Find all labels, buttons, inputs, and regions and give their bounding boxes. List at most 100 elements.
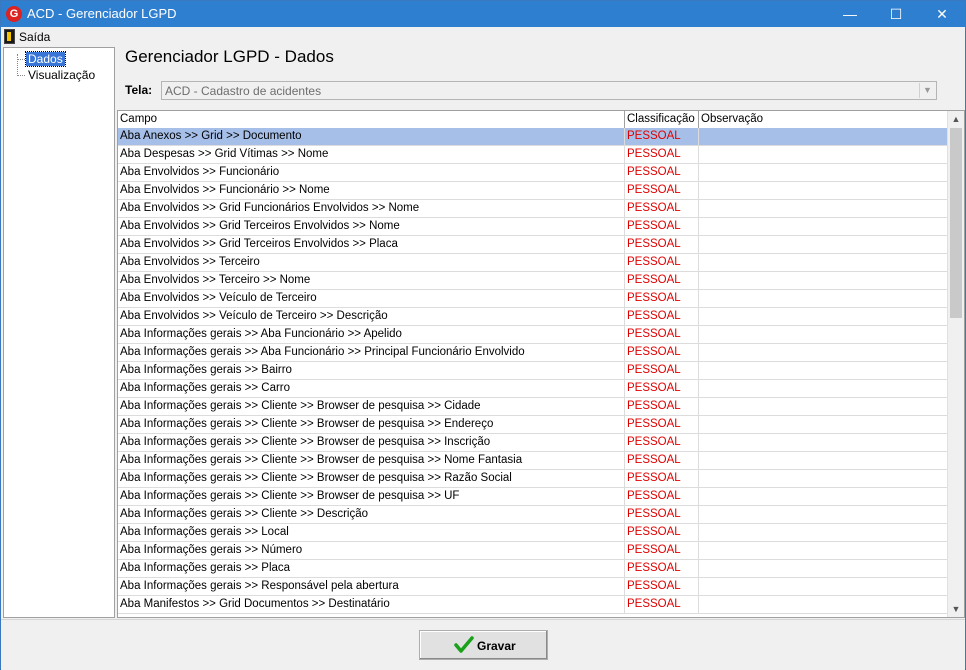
cell-campo[interactable]: Aba Informações gerais >> Local [118, 524, 625, 541]
cell-campo[interactable]: Aba Manifestos >> Grid Documentos >> Des… [118, 596, 625, 613]
cell-classificacao[interactable]: PESSOAL [625, 362, 699, 379]
table-row[interactable]: Aba Informações gerais >> Aba Funcionári… [118, 326, 948, 344]
cell-classificacao[interactable]: PESSOAL [625, 182, 699, 199]
cell-observacao[interactable] [699, 164, 948, 181]
cell-classificacao[interactable]: PESSOAL [625, 398, 699, 415]
cell-observacao[interactable] [699, 236, 948, 253]
cell-classificacao[interactable]: PESSOAL [625, 128, 699, 145]
cell-campo[interactable]: Aba Informações gerais >> Cliente >> Bro… [118, 470, 625, 487]
cell-observacao[interactable] [699, 272, 948, 289]
table-row[interactable]: Aba Informações gerais >> Cliente >> Des… [118, 506, 948, 524]
table-row[interactable]: Aba Informações gerais >> Cliente >> Bro… [118, 488, 948, 506]
maximize-button[interactable]: ☐ [873, 1, 919, 27]
table-row[interactable]: Aba Envolvidos >> Terceiro >> Nome PESSOA… [118, 272, 948, 290]
cell-classificacao[interactable]: PESSOAL [625, 596, 699, 613]
cell-campo[interactable]: Aba Informações gerais >> Cliente >> Bro… [118, 488, 625, 505]
cell-classificacao[interactable]: PESSOAL [625, 290, 699, 307]
cell-classificacao[interactable]: PESSOAL [625, 200, 699, 217]
cell-classificacao[interactable]: PESSOAL [625, 542, 699, 559]
cell-campo[interactable]: Aba Informações gerais >> Placa [118, 560, 625, 577]
title-bar[interactable]: G ACD - Gerenciador LGPD — ☐ ✕ [1, 1, 965, 27]
cell-campo[interactable]: Aba Informações gerais >> Aba Funcionári… [118, 344, 625, 361]
table-row[interactable]: Aba Informações gerais >> Cliente >> Bro… [118, 434, 948, 452]
cell-campo[interactable]: Aba Envolvidos >> Terceiro [118, 254, 625, 271]
table-row[interactable]: Aba Manifestos >> Grid Documentos >> Des… [118, 596, 948, 614]
scroll-down-icon[interactable]: ▼ [948, 601, 964, 617]
table-row[interactable]: Aba Informações gerais >> Número PESSOAL [118, 542, 948, 560]
cell-classificacao[interactable]: PESSOAL [625, 254, 699, 271]
scrollbar-thumb[interactable] [950, 128, 962, 318]
table-row[interactable]: Aba Informações gerais >> Responsável pe… [118, 578, 948, 596]
cell-observacao[interactable] [699, 560, 948, 577]
cell-campo[interactable]: Aba Informações gerais >> Aba Funcionári… [118, 326, 625, 343]
cell-classificacao[interactable]: PESSOAL [625, 470, 699, 487]
cell-campo[interactable]: Aba Informações gerais >> Bairro [118, 362, 625, 379]
cell-observacao[interactable] [699, 506, 948, 523]
cell-classificacao[interactable]: PESSOAL [625, 578, 699, 595]
cell-classificacao[interactable]: PESSOAL [625, 146, 699, 163]
scroll-up-icon[interactable]: ▲ [948, 111, 964, 127]
table-row[interactable]: Aba Envolvidos >> Funcionário >> Nome PES… [118, 182, 948, 200]
table-row[interactable]: Aba Informações gerais >> Placa PESSOAL [118, 560, 948, 578]
cell-classificacao[interactable]: PESSOAL [625, 218, 699, 235]
save-button[interactable]: Gravar [419, 630, 548, 660]
table-row[interactable]: Aba Envolvidos >> Grid Terceiros Envolvi… [118, 236, 948, 254]
table-row[interactable]: Aba Informações gerais >> Aba Funcionári… [118, 344, 948, 362]
table-row[interactable]: Aba Despesas >> Grid Vítimas >> Nome PESS… [118, 146, 948, 164]
cell-classificacao[interactable]: PESSOAL [625, 326, 699, 343]
cell-classificacao[interactable]: PESSOAL [625, 452, 699, 469]
tree-item-dados[interactable]: Dados [25, 51, 66, 67]
table-row[interactable]: Aba Informações gerais >> Local PESSOAL [118, 524, 948, 542]
cell-observacao[interactable] [699, 578, 948, 595]
cell-observacao[interactable] [699, 290, 948, 307]
cell-classificacao[interactable]: PESSOAL [625, 560, 699, 577]
cell-campo[interactable]: Aba Envolvidos >> Grid Terceiros Envolvi… [118, 218, 625, 235]
cell-classificacao[interactable]: PESSOAL [625, 164, 699, 181]
cell-observacao[interactable] [699, 182, 948, 199]
column-header-campo[interactable]: Campo [118, 111, 625, 128]
table-row[interactable]: Aba Informações gerais >> Cliente >> Bro… [118, 398, 948, 416]
cell-campo[interactable]: Aba Informações gerais >> Número [118, 542, 625, 559]
cell-campo[interactable]: Aba Envolvidos >> Veículo de Terceiro >>… [118, 308, 625, 325]
cell-campo[interactable]: Aba Envolvidos >> Terceiro >> Nome [118, 272, 625, 289]
cell-classificacao[interactable]: PESSOAL [625, 506, 699, 523]
cell-observacao[interactable] [699, 128, 948, 145]
cell-campo[interactable]: Aba Informações gerais >> Cliente >> Bro… [118, 434, 625, 451]
cell-campo[interactable]: Aba Informações gerais >> Cliente >> Des… [118, 506, 625, 523]
cell-classificacao[interactable]: PESSOAL [625, 272, 699, 289]
column-header-classificacao[interactable]: Classificação [625, 111, 699, 128]
cell-classificacao[interactable]: PESSOAL [625, 434, 699, 451]
tree-item-visualizacao[interactable]: Visualização [26, 68, 97, 82]
table-row[interactable]: Aba Envolvidos >> Grid Funcionários Envo… [118, 200, 948, 218]
cell-observacao[interactable] [699, 596, 948, 613]
table-row[interactable]: Aba Anexos >> Grid >> Documento PESSOAL [118, 128, 948, 146]
table-row[interactable]: Aba Envolvidos >> Terceiro PESSOAL [118, 254, 948, 272]
cell-campo[interactable]: Aba Envolvidos >> Funcionário >> Nome [118, 182, 625, 199]
cell-observacao[interactable] [699, 434, 948, 451]
cell-campo[interactable]: Aba Despesas >> Grid Vítimas >> Nome [118, 146, 625, 163]
cell-classificacao[interactable]: PESSOAL [625, 236, 699, 253]
cell-campo[interactable]: Aba Informações gerais >> Responsável pe… [118, 578, 625, 595]
cell-campo[interactable]: Aba Envolvidos >> Grid Funcionários Envo… [118, 200, 625, 217]
cell-observacao[interactable] [699, 362, 948, 379]
cell-campo[interactable]: Aba Informações gerais >> Carro [118, 380, 625, 397]
table-row[interactable]: Aba Envolvidos >> Veículo de Terceiro PES… [118, 290, 948, 308]
cell-classificacao[interactable]: PESSOAL [625, 344, 699, 361]
table-row[interactable]: Aba Informações gerais >> Bairro PESSOAL [118, 362, 948, 380]
cell-classificacao[interactable]: PESSOAL [625, 416, 699, 433]
cell-classificacao[interactable]: PESSOAL [625, 524, 699, 541]
vertical-scrollbar[interactable]: ▲ ▼ [947, 111, 964, 617]
table-row[interactable]: Aba Informações gerais >> Cliente >> Bro… [118, 452, 948, 470]
tela-select[interactable]: ACD - Cadastro de acidentes ▼ [161, 81, 937, 100]
cell-classificacao[interactable]: PESSOAL [625, 308, 699, 325]
cell-campo[interactable]: Aba Envolvidos >> Funcionário [118, 164, 625, 181]
cell-observacao[interactable] [699, 218, 948, 235]
cell-campo[interactable]: Aba Envolvidos >> Grid Terceiros Envolvi… [118, 236, 625, 253]
close-button[interactable]: ✕ [919, 1, 965, 27]
cell-observacao[interactable] [699, 380, 948, 397]
cell-observacao[interactable] [699, 326, 948, 343]
cell-observacao[interactable] [699, 542, 948, 559]
table-row[interactable]: Aba Envolvidos >> Funcionário PESSOAL [118, 164, 948, 182]
cell-observacao[interactable] [699, 344, 948, 361]
chevron-down-icon[interactable]: ▼ [919, 83, 935, 98]
